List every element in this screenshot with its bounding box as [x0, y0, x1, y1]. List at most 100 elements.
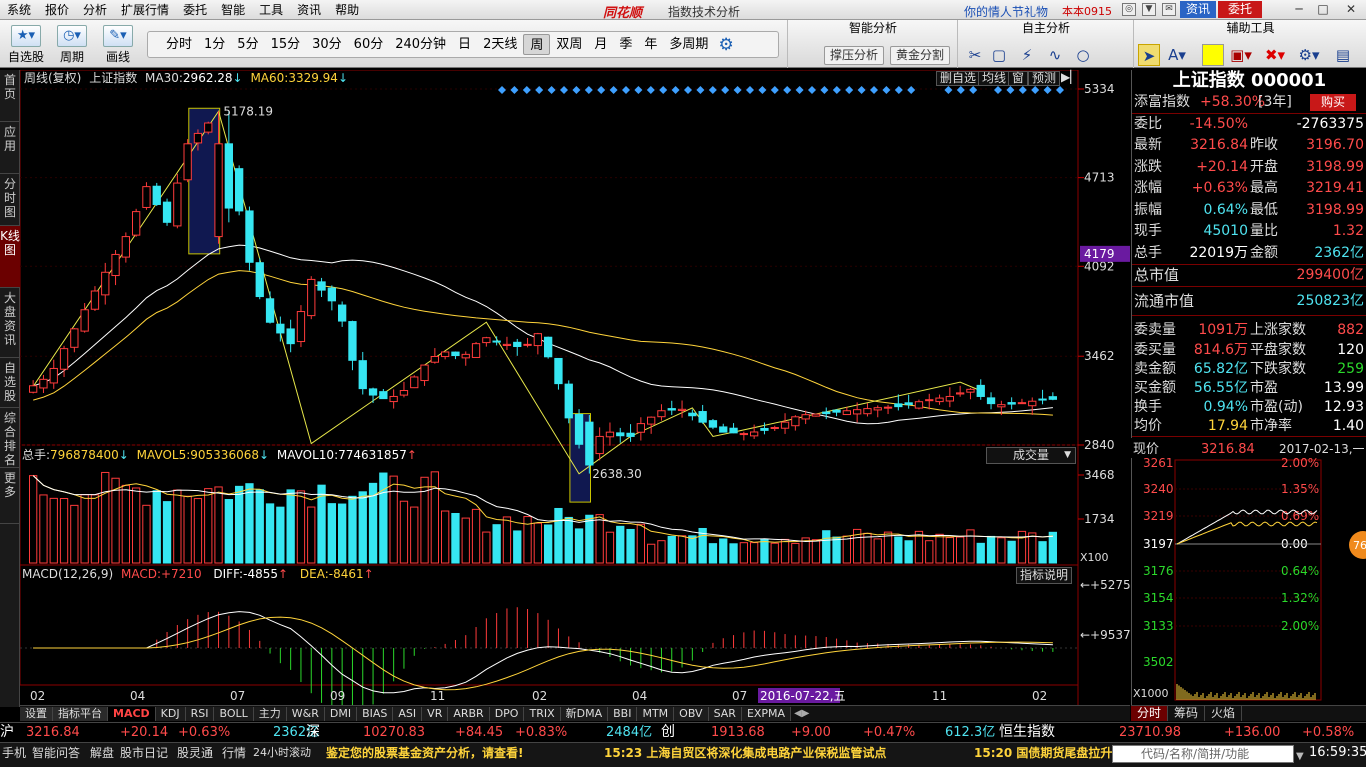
period-12[interactable]: 季 [613, 34, 638, 55]
shirt-icon[interactable]: ▼ [1142, 3, 1156, 16]
status-item-1[interactable]: 智能问答 [32, 743, 80, 763]
minimize-icon[interactable]: ─ [1290, 1, 1308, 18]
period-1[interactable]: 1分 [198, 34, 231, 55]
color-icon[interactable] [1202, 44, 1224, 66]
news-button[interactable]: 资讯 [1180, 1, 1216, 18]
sidebar-item-6[interactable]: 综合排名 [0, 408, 20, 468]
text-icon[interactable]: A▾ [1166, 44, 1188, 66]
indicator-tab-19[interactable]: SAR [708, 706, 742, 721]
kline-chart[interactable]: 5334471340923462284041795178.192638.30 34… [20, 70, 1130, 705]
maximize-icon[interactable]: □ [1314, 1, 1332, 18]
golden-section-button[interactable]: 黄金分割 [890, 46, 950, 65]
predict-button[interactable]: 预测 [1028, 71, 1061, 86]
period-settings-icon[interactable]: ⚙ [718, 35, 733, 55]
msg-icon[interactable]: ✉ [1162, 3, 1176, 16]
status-item-5[interactable]: 行情 [222, 743, 246, 763]
menu-quote[interactable]: 报价 [38, 1, 76, 18]
trend-line-icon[interactable]: ⚡ [1016, 44, 1038, 66]
menu-news[interactable]: 资讯 [290, 1, 328, 18]
status-item-4[interactable]: 股灵通 [177, 743, 213, 763]
tab-scroll-icon[interactable]: ◀▶ [791, 708, 812, 719]
period-4[interactable]: 30分 [306, 34, 348, 55]
indicator-tab-11[interactable]: VR [422, 706, 449, 721]
status-item-3[interactable]: 股市日记 [120, 743, 168, 763]
selfselect-button[interactable]: ★▾ 自选股 [6, 23, 46, 65]
status-item-0[interactable]: 手机 [2, 743, 26, 763]
bell-icon[interactable]: ◎ [1122, 3, 1136, 16]
ma-button[interactable]: 均线 [978, 71, 1011, 86]
menu-tools[interactable]: 工具 [252, 1, 290, 18]
period-13[interactable]: 年 [638, 34, 663, 55]
sidebar-item-7[interactable]: 更多 [0, 468, 20, 524]
layout-icon[interactable]: ▤ [1332, 44, 1354, 66]
indicator-tab-5[interactable]: BOLL [214, 706, 254, 721]
period-3[interactable]: 15分 [265, 34, 307, 55]
window-button[interactable]: 窗 [1008, 71, 1029, 86]
menu-trade[interactable]: 委托 [176, 1, 214, 18]
period-0[interactable]: 分时 [160, 34, 198, 55]
del-selfselect-button[interactable]: 删自选 [936, 71, 981, 86]
indicator-tab-18[interactable]: OBV [674, 706, 709, 721]
indicator-tab-12[interactable]: ARBR [448, 706, 490, 721]
period-button[interactable]: ◷▾ 周期 [52, 23, 92, 65]
ruler-icon[interactable]: ✂ [964, 44, 986, 66]
indicator-tab-16[interactable]: BBI [608, 706, 638, 721]
menu-analysis[interactable]: 分析 [76, 1, 114, 18]
circle-icon[interactable]: ○ [1072, 44, 1094, 66]
rect-icon[interactable]: ▢ [988, 44, 1010, 66]
menu-system[interactable]: 系统 [0, 1, 38, 18]
bookmark-icon[interactable]: ▣▾ [1230, 44, 1252, 66]
period-5[interactable]: 60分 [348, 34, 390, 55]
support-resist-button[interactable]: 撑压分析 [824, 46, 884, 65]
delete-icon[interactable]: ✖▾ [1264, 44, 1286, 66]
status-news-2[interactable]: 15:20 国债期货尾盘拉升大幅 [974, 743, 1112, 763]
sidebar-item-2[interactable]: 分时图 [0, 174, 20, 226]
indicator-tab-3[interactable]: KDJ [155, 706, 186, 721]
mini-tab-2[interactable]: 火焰 [1205, 706, 1243, 721]
settings-icon[interactable]: ⚙▾ [1298, 44, 1320, 66]
sidebar-item-0[interactable]: 首页 [0, 70, 20, 122]
close-icon[interactable]: ✕ [1342, 1, 1360, 18]
status-item-2[interactable]: 解盘 [90, 743, 114, 763]
search-dropdown-icon[interactable]: ▼ [1296, 747, 1304, 767]
indicator-tab-6[interactable]: 主力 [253, 706, 287, 721]
sidebar-item-4[interactable]: 大盘资讯 [0, 288, 20, 358]
period-11[interactable]: 月 [588, 34, 613, 55]
volume-dropdown[interactable]: 成交量 ▼ [986, 447, 1076, 464]
indicator-tab-2[interactable]: MACD [108, 706, 156, 721]
sidebar-item-1[interactable]: 应用 [0, 122, 20, 174]
indicator-tab-0[interactable]: 设置 [20, 706, 53, 721]
trade-button[interactable]: 委托 [1218, 1, 1262, 18]
sidebar-item-5[interactable]: 自选股 [0, 358, 20, 408]
period-6[interactable]: 240分钟 [389, 34, 452, 55]
period-7[interactable]: 日 [452, 34, 477, 55]
status-news-1[interactable]: 15:23 上海自贸区将深化集成电路产业保税监管试点 [604, 743, 886, 763]
indicator-tab-8[interactable]: DMI [324, 706, 358, 721]
indicator-help-button[interactable]: 指标说明 [1016, 567, 1073, 584]
mini-tab-1[interactable]: 筹码 [1168, 706, 1206, 721]
menu-help[interactable]: 帮助 [328, 1, 366, 18]
sidebar-item-3[interactable]: K线图 [0, 226, 20, 288]
buy-button[interactable]: 购买 [1310, 94, 1356, 111]
indicator-tab-17[interactable]: MTM [637, 706, 675, 721]
draw-button[interactable]: ✎▾ 画线 [98, 23, 138, 65]
period-2[interactable]: 5分 [231, 34, 264, 55]
wave-icon[interactable]: ∿ [1044, 44, 1066, 66]
indicator-tab-10[interactable]: ASI [393, 706, 423, 721]
user-name[interactable]: 本本0915 [1062, 3, 1112, 19]
period-8[interactable]: 2天线 [477, 34, 523, 55]
indicator-tab-9[interactable]: BIAS [357, 706, 394, 721]
cursor-icon[interactable]: ➤ [1138, 44, 1160, 66]
indicator-tab-15[interactable]: 新DMA [560, 706, 609, 721]
period-14[interactable]: 多周期 [663, 34, 714, 55]
menu-smart[interactable]: 智能 [214, 1, 252, 18]
indicator-tab-1[interactable]: 指标平台 [53, 706, 108, 721]
indicator-tab-13[interactable]: DPO [489, 706, 525, 721]
period-10[interactable]: 双周 [550, 34, 588, 55]
indicator-tab-4[interactable]: RSI [185, 706, 215, 721]
indicator-tab-7[interactable]: W&R [286, 706, 325, 721]
status-item-6[interactable]: 24小时滚动 [253, 743, 311, 763]
indicator-tab-14[interactable]: TRIX [524, 706, 561, 721]
menu-ext-quote[interactable]: 扩展行情 [114, 1, 176, 18]
mini-tab-0[interactable]: 分时 [1131, 706, 1169, 721]
